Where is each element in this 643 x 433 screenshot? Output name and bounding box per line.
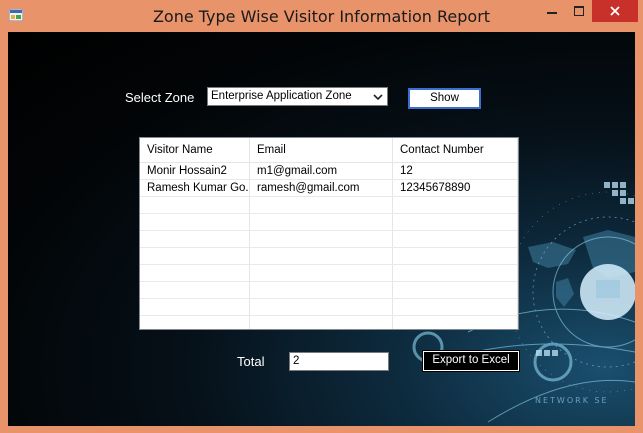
empty-row — [140, 265, 518, 282]
grid-header-row: Visitor Name Email Contact Number — [140, 138, 518, 163]
minimize-button[interactable] — [538, 0, 566, 22]
empty-row — [140, 248, 518, 265]
close-icon — [610, 6, 620, 16]
visitor-data-grid[interactable]: Visitor Name Email Contact Number Monir … — [139, 137, 519, 330]
empty-row — [140, 299, 518, 316]
zone-dropdown-value: Enterprise Application Zone — [211, 90, 352, 102]
form-client-area: NETWORK SE Select Zone Enterprise Applic… — [8, 32, 635, 426]
cell-email[interactable]: ramesh@gmail.com — [250, 180, 393, 196]
column-header-contact-number[interactable]: Contact Number — [393, 138, 518, 162]
empty-row — [140, 197, 518, 214]
background-watermark-text: NETWORK SE — [535, 396, 609, 405]
chevron-down-icon[interactable] — [371, 90, 385, 104]
minimize-icon — [547, 12, 557, 14]
column-header-email[interactable]: Email — [250, 138, 393, 162]
empty-row — [140, 282, 518, 299]
empty-row — [140, 316, 518, 329]
column-header-visitor-name[interactable]: Visitor Name — [140, 138, 250, 162]
table-row[interactable]: Ramesh Kumar Go... ramesh@gmail.com 1234… — [140, 180, 518, 197]
export-to-excel-button[interactable]: Export to Excel — [422, 350, 520, 372]
show-button[interactable]: Show — [408, 88, 481, 109]
zone-dropdown[interactable]: Enterprise Application Zone — [207, 87, 388, 106]
total-label: Total — [237, 354, 265, 369]
maximize-icon — [574, 6, 584, 16]
cell-visitor-name[interactable]: Ramesh Kumar Go... — [140, 180, 250, 196]
table-row[interactable]: Monir Hossain2 m1@gmail.com 12 — [140, 163, 518, 180]
empty-row — [140, 231, 518, 248]
maximize-button[interactable] — [566, 0, 592, 22]
report-window: Zone Type Wise Visitor Information Repor… — [0, 0, 643, 433]
cell-visitor-name[interactable]: Monir Hossain2 — [140, 163, 250, 179]
total-field[interactable]: 2 — [289, 352, 389, 371]
cell-contact-number[interactable]: 12345678890 — [393, 180, 518, 196]
cell-email[interactable]: m1@gmail.com — [250, 163, 393, 179]
cell-contact-number[interactable]: 12 — [393, 163, 518, 179]
close-button[interactable] — [592, 0, 638, 22]
select-zone-label: Select Zone — [125, 90, 195, 105]
title-bar[interactable]: Zone Type Wise Visitor Information Repor… — [0, 0, 643, 32]
empty-row — [140, 214, 518, 231]
